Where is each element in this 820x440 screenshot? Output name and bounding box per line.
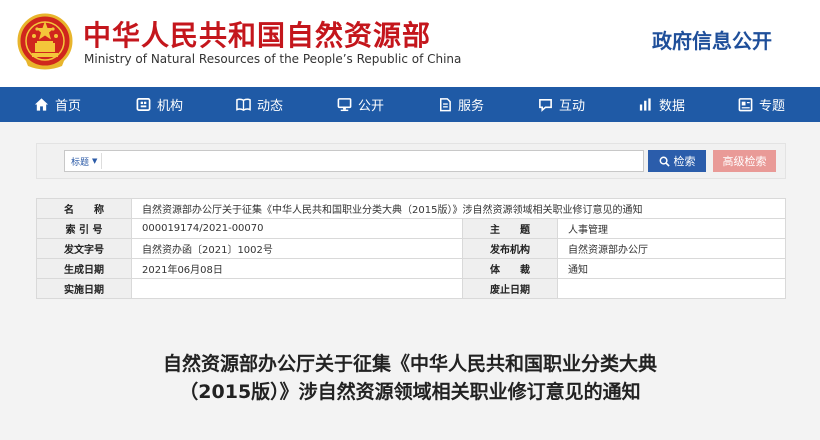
repeal-date-label: 废止日期 — [462, 278, 558, 299]
home-icon — [34, 98, 49, 111]
main-nav: 首页 机构 动态 公开 服务 互动 数据 专题 — [0, 87, 820, 122]
document-metadata-table: 名 称 自然资源部办公厅关于征集《中华人民共和国职业分类大典（2015版）》涉自… — [36, 198, 786, 299]
nav-label: 专题 — [759, 99, 786, 114]
nav-label: 首页 — [55, 99, 82, 114]
monitor-icon — [337, 98, 352, 112]
index-value: 000019174/2021-00070 — [131, 218, 463, 239]
nav-item-organization[interactable]: 机构 — [136, 87, 183, 122]
nav-label: 公开 — [358, 99, 385, 114]
nav-item-home[interactable]: 首页 — [34, 87, 81, 122]
docno-label: 发文字号 — [36, 238, 132, 259]
site-title[interactable]: 中华人民共和国自然资源部 — [83, 14, 431, 54]
search-field: 标题 ▼ — [64, 150, 644, 172]
article-area: 自然资源部办公厅关于征集《中华人民共和国职业分类大典（2015版）》涉自然资源领… — [0, 312, 820, 440]
date-label: 生成日期 — [36, 258, 132, 279]
topic-label: 主 题 — [462, 218, 558, 239]
nav-label: 数据 — [659, 99, 686, 114]
repeal-date-value — [557, 278, 786, 299]
search-button-label: 检索 — [673, 156, 696, 168]
nav-label: 动态 — [257, 99, 284, 114]
book-icon — [236, 98, 251, 111]
nav-item-public[interactable]: 公开 — [337, 87, 384, 122]
date-value: 2021年06月08日 — [131, 258, 463, 279]
nav-label: 服务 — [458, 99, 485, 114]
topic-icon — [738, 98, 753, 112]
site-header: 中华人民共和国自然资源部 Ministry of Natural Resourc… — [0, 0, 820, 87]
nav-item-service[interactable]: 服务 — [437, 87, 484, 122]
table-row: 发文字号 自然资办函〔2021〕1002号 发布机构 自然资源部办公厅 — [36, 238, 786, 259]
topic-value: 人事管理 — [557, 218, 786, 239]
nav-label: 机构 — [157, 99, 184, 114]
table-row: 索 引 号 000019174/2021-00070 主 题 人事管理 — [36, 218, 786, 239]
site-title-english: Ministry of Natural Resources of the Peo… — [84, 52, 462, 66]
search-bar: 标题 ▼ 检索 高级检索 — [36, 143, 786, 179]
table-row: 名 称 自然资源部办公厅关于征集《中华人民共和国职业分类大典（2015版）》涉自… — [36, 198, 786, 219]
issuer-value: 自然资源部办公厅 — [557, 238, 786, 259]
nav-item-news[interactable]: 动态 — [236, 87, 283, 122]
national-emblem-logo[interactable] — [16, 11, 74, 73]
name-label: 名 称 — [36, 198, 132, 219]
advanced-search-button[interactable]: 高级检索 — [713, 150, 776, 172]
nav-item-data[interactable]: 数据 — [638, 87, 685, 122]
genre-value: 通知 — [557, 258, 786, 279]
organization-icon — [136, 98, 151, 111]
name-value: 自然资源部办公厅关于征集《中华人民共和国职业分类大典（2015版）》涉自然资源领… — [131, 198, 786, 219]
document-title: 自然资源部办公厅关于征集《中华人民共和国职业分类大典（2015版）》涉自然资源领… — [162, 353, 657, 403]
search-icon — [659, 156, 670, 167]
issuer-label: 发布机构 — [462, 238, 558, 259]
search-scope-label: 标题 — [71, 157, 90, 168]
nav-item-interaction[interactable]: 互动 — [538, 87, 585, 122]
chat-icon — [539, 99, 552, 112]
docno-value: 自然资办函〔2021〕1002号 — [131, 238, 463, 259]
index-label: 索 引 号 — [36, 218, 132, 239]
search-button[interactable]: 检索 — [648, 150, 706, 172]
effective-date-value — [131, 278, 463, 299]
nav-item-topics[interactable]: 专题 — [738, 87, 785, 122]
gov-info-public-link[interactable]: 政府信息公开 — [652, 25, 772, 54]
search-input[interactable] — [123, 152, 635, 170]
caret-down-icon: ▼ — [92, 157, 98, 165]
table-row: 生成日期 2021年06月08日 体 裁 通知 — [36, 258, 786, 279]
effective-date-label: 实施日期 — [36, 278, 132, 299]
service-icon — [440, 98, 451, 112]
bar-chart-icon — [639, 98, 651, 111]
genre-label: 体 裁 — [462, 258, 558, 279]
table-row: 实施日期 废止日期 — [36, 278, 786, 299]
search-scope-select[interactable]: 标题 ▼ — [67, 153, 103, 169]
nav-label: 互动 — [559, 99, 586, 114]
